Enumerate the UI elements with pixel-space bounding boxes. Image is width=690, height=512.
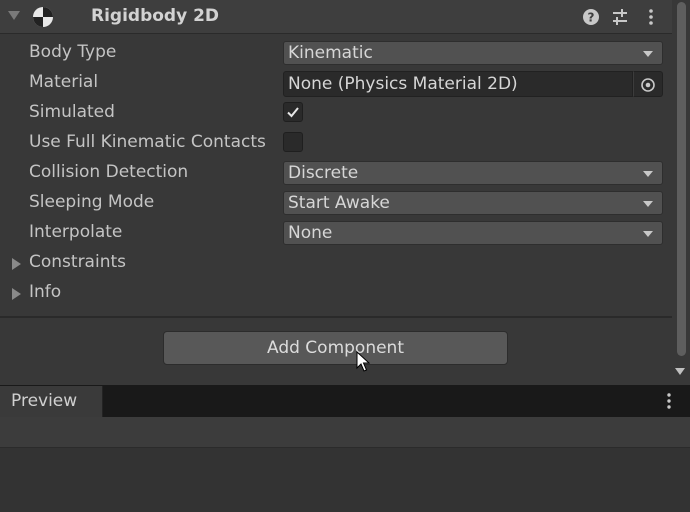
info-label: Info <box>29 282 62 302</box>
presets-icon[interactable] <box>611 8 629 26</box>
material-row: Material None (Physics Material 2D) <box>0 68 672 98</box>
checkmark-icon <box>287 107 299 118</box>
add-component-button[interactable]: Add Component <box>163 331 508 365</box>
use-full-kinematic-contacts-label: Use Full Kinematic Contacts <box>29 132 266 152</box>
constraints-label: Constraints <box>29 252 126 272</box>
collision-detection-label: Collision Detection <box>29 162 189 182</box>
use-full-kinematic-contacts-checkbox[interactable] <box>283 132 303 152</box>
foldout-arrow-icon[interactable] <box>12 288 21 300</box>
collision-detection-dropdown[interactable]: Discrete <box>283 161 663 185</box>
scrollbar-thumb[interactable] <box>677 2 686 356</box>
object-picker-icon <box>641 78 655 92</box>
sleeping-mode-value: Start Awake <box>288 193 390 213</box>
component-foldout-arrow-icon[interactable] <box>8 11 20 20</box>
interpolate-value: None <box>288 223 333 243</box>
mouse-cursor-icon <box>356 351 370 372</box>
scroll-down-arrow-icon[interactable] <box>675 368 685 375</box>
rigidbody-component-icon <box>33 7 53 27</box>
more-options-icon[interactable] <box>662 392 676 410</box>
interpolate-row: Interpolate None <box>0 218 672 248</box>
body-type-row: Body Type Kinematic <box>0 38 672 68</box>
component-title: Rigidbody 2D <box>91 6 220 26</box>
dropdown-arrow-icon <box>643 231 653 237</box>
foldout-arrow-icon[interactable] <box>12 258 21 270</box>
preview-toolbar <box>0 417 690 448</box>
material-object-field[interactable]: None (Physics Material 2D) <box>283 71 633 97</box>
dropdown-arrow-icon <box>643 51 653 57</box>
preview-tab-bar <box>0 385 690 417</box>
simulated-row: Simulated <box>0 98 672 128</box>
tab-preview[interactable]: Preview <box>0 386 103 417</box>
divider <box>0 316 672 318</box>
component-header: Rigidbody 2D ? <box>0 0 672 34</box>
preview-area <box>0 448 690 512</box>
preview-tab-label: Preview <box>11 391 78 411</box>
collision-detection-value: Discrete <box>288 163 359 183</box>
material-label: Material <box>29 72 99 92</box>
sleeping-mode-dropdown[interactable]: Start Awake <box>283 191 663 215</box>
help-icon[interactable]: ? <box>582 8 600 26</box>
simulated-label: Simulated <box>29 102 115 122</box>
constraints-foldout[interactable]: Constraints <box>0 248 672 278</box>
use-full-kinematic-contacts-row: Use Full Kinematic Contacts <box>0 128 672 158</box>
dropdown-arrow-icon <box>643 171 653 177</box>
more-options-icon[interactable] <box>642 8 660 26</box>
simulated-checkbox[interactable] <box>283 102 303 122</box>
body-type-dropdown[interactable]: Kinematic <box>283 41 663 65</box>
interpolate-dropdown[interactable]: None <box>283 221 663 245</box>
svg-text:?: ? <box>588 11 595 25</box>
material-value: None (Physics Material 2D) <box>288 74 518 94</box>
info-foldout[interactable]: Info <box>0 278 672 308</box>
dropdown-arrow-icon <box>643 201 653 207</box>
interpolate-label: Interpolate <box>29 222 123 242</box>
body-type-value: Kinematic <box>288 43 373 63</box>
sleeping-mode-row: Sleeping Mode Start Awake <box>0 188 672 218</box>
sleeping-mode-label: Sleeping Mode <box>29 192 155 212</box>
collision-detection-row: Collision Detection Discrete <box>0 158 672 188</box>
material-picker-button[interactable] <box>633 71 663 97</box>
body-type-label: Body Type <box>29 42 117 62</box>
